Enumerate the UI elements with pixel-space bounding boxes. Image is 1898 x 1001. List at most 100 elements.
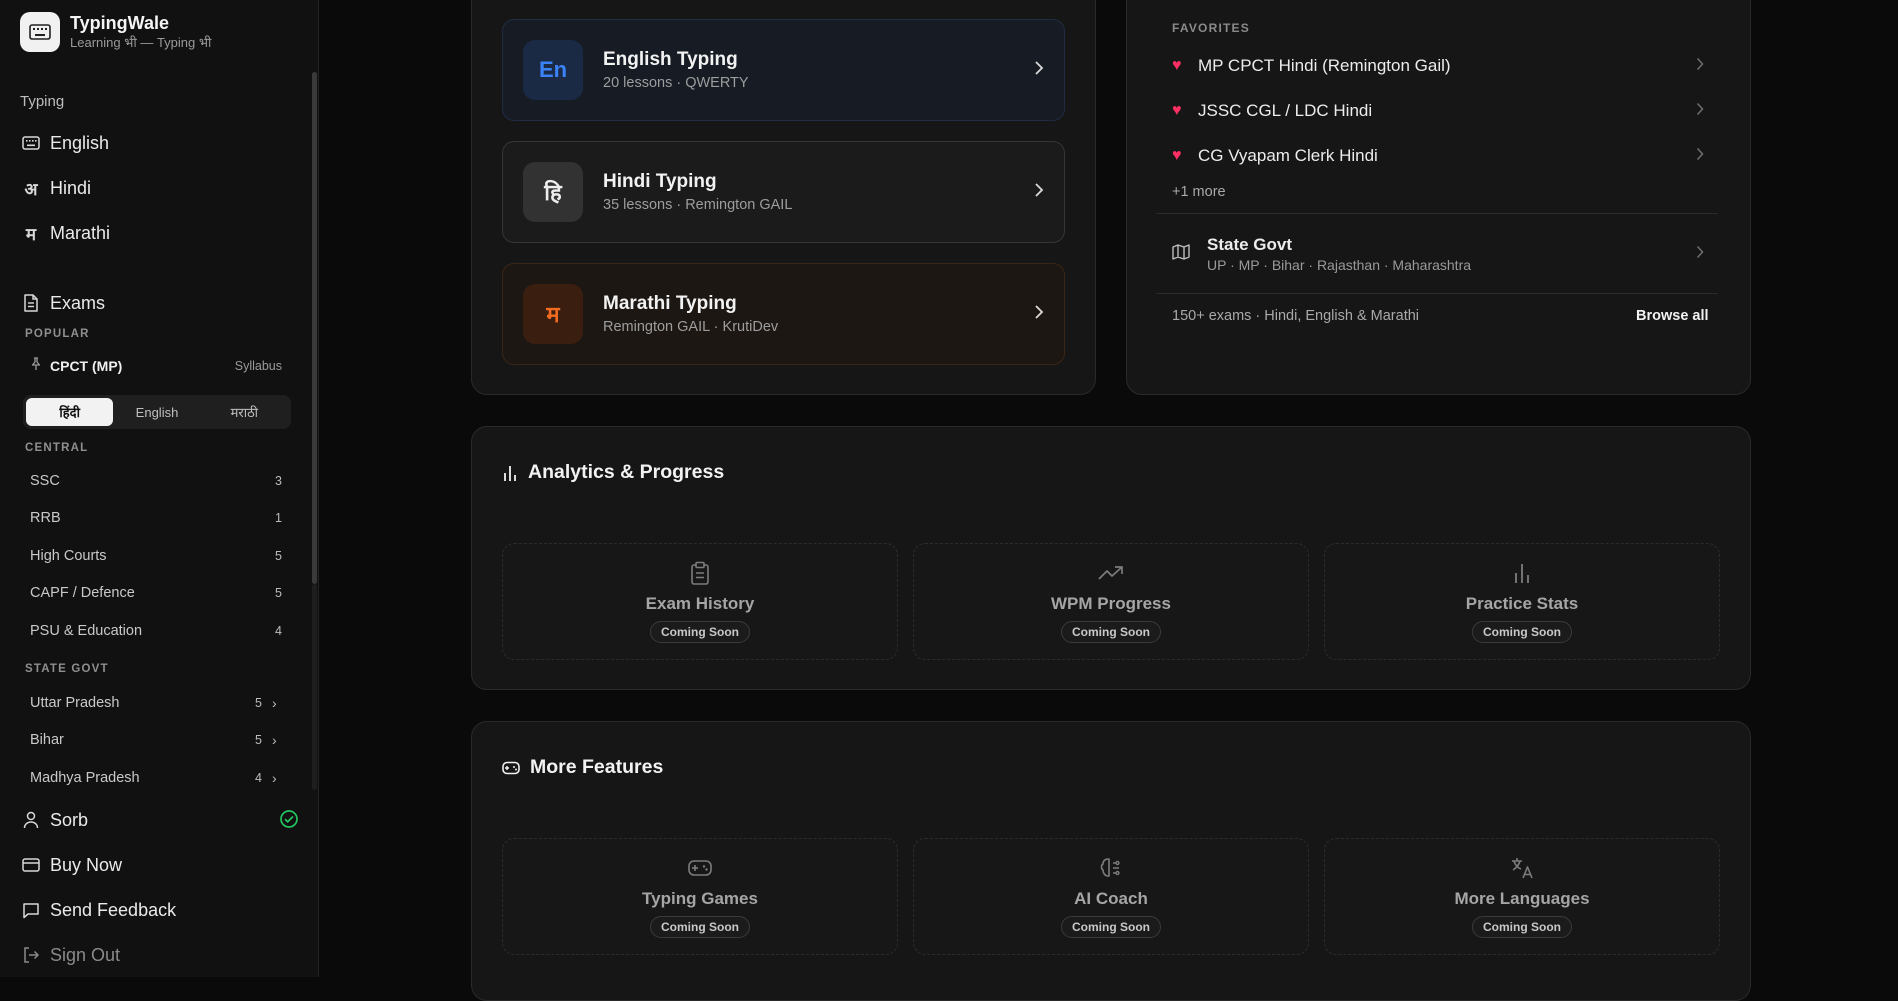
marathi-glyph-icon: म bbox=[25, 224, 37, 245]
brand[interactable]: TypingWale Learning भी — Typing भी bbox=[20, 12, 211, 52]
chevron-right-icon: › bbox=[272, 770, 277, 786]
sidebar-exam-rrb[interactable]: RRB 1 bbox=[30, 508, 282, 528]
verified-check-icon bbox=[279, 809, 299, 834]
section-title-text: Analytics & Progress bbox=[528, 461, 725, 483]
cpct-item[interactable]: CPCT (MP) Syllabus bbox=[30, 356, 282, 376]
sidebar-item-marathi[interactable]: म Marathi bbox=[20, 219, 110, 247]
segment-marathi[interactable]: मराठी bbox=[201, 398, 288, 426]
favorite-item[interactable]: ♥ CG Vyapam Clerk Hindi bbox=[1172, 144, 1704, 168]
keyboard-logo-icon bbox=[20, 12, 60, 52]
sidebar-exam-ssc[interactable]: SSC 3 bbox=[30, 471, 282, 491]
tile-title: WPM Progress bbox=[1051, 594, 1171, 613]
brain-icon bbox=[1099, 855, 1123, 881]
keyboard-icon bbox=[20, 132, 42, 154]
message-square-icon bbox=[20, 899, 42, 921]
sidebar-item-exams[interactable]: Exams bbox=[20, 289, 105, 317]
syllabus-link[interactable]: Syllabus bbox=[235, 359, 282, 373]
sidebar-item-english[interactable]: English bbox=[20, 129, 109, 157]
sidebar-exam-psu[interactable]: PSU & Education 4 bbox=[30, 621, 282, 641]
sidebar-state-mp[interactable]: Madhya Pradesh 4 › bbox=[30, 768, 282, 788]
divider bbox=[1156, 213, 1718, 214]
credit-card-icon bbox=[20, 854, 42, 876]
exam-count: 3 bbox=[275, 474, 282, 488]
favorite-title: MP CPCT Hindi (Remington Gail) bbox=[1198, 56, 1451, 75]
sidebar-item-label: English bbox=[50, 132, 110, 153]
favorite-title: JSSC CGL / LDC Hindi bbox=[1198, 101, 1373, 120]
lesson-title: Hindi Typing bbox=[603, 171, 717, 192]
state-label: Uttar Pradesh bbox=[30, 695, 120, 711]
segment-hindi[interactable]: हिंदी bbox=[26, 398, 114, 426]
heart-icon: ♥ bbox=[1172, 57, 1182, 74]
coming-soon-badge: Coming Soon bbox=[650, 621, 750, 643]
sidebar-exam-high-courts[interactable]: High Courts 5 bbox=[30, 546, 282, 566]
exam-label: High Courts bbox=[30, 548, 107, 564]
map-icon bbox=[1172, 243, 1192, 265]
gamepad-icon bbox=[688, 855, 712, 881]
state-govt-title: State Govt bbox=[1207, 235, 1293, 254]
analytics-title: Analytics & Progress bbox=[502, 461, 724, 484]
coming-soon-badge: Coming Soon bbox=[1472, 916, 1572, 938]
language-segmented-control: हिंदी English मराठी bbox=[23, 395, 291, 429]
exam-count: 1 bbox=[275, 511, 282, 525]
sidebar-item-hindi[interactable]: अ Hindi bbox=[20, 174, 92, 202]
chevron-right-icon bbox=[1034, 60, 1044, 81]
state-label: Bihar bbox=[30, 732, 64, 748]
lesson-english[interactable]: En English Typing 20 lessons · QWERTY bbox=[502, 19, 1065, 121]
trending-up-icon bbox=[1098, 560, 1124, 586]
exam-label: CAPF / Defence bbox=[30, 585, 135, 601]
favorite-title: CG Vyapam Clerk Hindi bbox=[1198, 146, 1378, 165]
favorite-item[interactable]: ♥ MP CPCT Hindi (Remington Gail) bbox=[1172, 54, 1704, 78]
favorite-item[interactable]: ♥ JSSC CGL / LDC Hindi bbox=[1172, 99, 1704, 123]
chevron-right-icon bbox=[1696, 57, 1704, 76]
segment-english[interactable]: English bbox=[113, 398, 200, 426]
bar-chart-icon bbox=[502, 464, 518, 482]
central-heading: CENTRAL bbox=[25, 442, 89, 454]
exam-count-note: 150+ exams · Hindi, English & Marathi bbox=[1172, 308, 1420, 324]
tile-title: Exam History bbox=[645, 594, 755, 613]
sidebar-item-label: Marathi bbox=[50, 222, 111, 243]
lesson-badge: En bbox=[523, 40, 583, 100]
divider bbox=[1156, 293, 1718, 294]
section-title-text: More Features bbox=[530, 756, 664, 778]
hindi-glyph-icon: अ bbox=[24, 179, 38, 200]
sidebar-item-label: Exams bbox=[50, 292, 106, 313]
browse-all-link[interactable]: Browse all bbox=[1636, 308, 1709, 324]
coming-soon-badge: Coming Soon bbox=[1061, 916, 1161, 938]
more-favorites-link[interactable]: +1 more bbox=[1172, 184, 1226, 200]
sidebar-item-label: Send Feedback bbox=[50, 899, 177, 920]
sidebar-exam-capf[interactable]: CAPF / Defence 5 bbox=[30, 583, 282, 603]
popular-heading: POPULAR bbox=[25, 328, 90, 340]
tile-exam-history: Exam History Coming Soon bbox=[502, 543, 898, 660]
state-label: Madhya Pradesh bbox=[30, 770, 140, 786]
log-out-icon bbox=[20, 944, 42, 966]
heart-icon: ♥ bbox=[1172, 102, 1182, 119]
sidebar-item-buy-now[interactable]: Buy Now bbox=[20, 851, 122, 879]
tile-title: AI Coach bbox=[1074, 889, 1148, 908]
sidebar-item-user[interactable]: Sorb bbox=[20, 806, 300, 834]
lesson-title: Marathi Typing bbox=[603, 293, 737, 314]
sidebar-state-bihar[interactable]: Bihar 5 › bbox=[30, 730, 282, 750]
sidebar-item-sign-out[interactable]: Sign Out bbox=[20, 941, 120, 969]
state-count: 5 bbox=[255, 696, 262, 710]
lesson-marathi[interactable]: म Marathi Typing Remington GAIL · KrutiDe… bbox=[502, 263, 1065, 365]
clipboard-icon bbox=[690, 560, 710, 586]
chevron-right-icon bbox=[1696, 245, 1704, 264]
exam-label: PSU & Education bbox=[30, 623, 143, 639]
lesson-subtitle: 35 lessons · Remington GAIL bbox=[603, 197, 793, 213]
sidebar-state-up[interactable]: Uttar Pradesh 5 › bbox=[30, 693, 282, 713]
tile-wpm-progress: WPM Progress Coming Soon bbox=[913, 543, 1309, 660]
lesson-hindi[interactable]: हि Hindi Typing 35 lessons · Remington GA… bbox=[502, 141, 1065, 243]
sidebar-item-feedback[interactable]: Send Feedback bbox=[20, 896, 176, 924]
sidebar-scroll-track bbox=[312, 584, 317, 790]
gamepad-icon bbox=[502, 761, 520, 775]
exam-label: RRB bbox=[30, 510, 61, 526]
sidebar-item-label: Hindi bbox=[50, 177, 92, 198]
brand-tagline: Learning भी — Typing भी bbox=[70, 35, 212, 50]
exam-label: SSC bbox=[30, 473, 60, 489]
exam-count: 4 bbox=[275, 624, 282, 638]
tile-title: Typing Games bbox=[642, 889, 758, 908]
sidebar-scrollbar[interactable] bbox=[312, 72, 317, 584]
exam-count: 5 bbox=[275, 549, 282, 563]
coming-soon-badge: Coming Soon bbox=[650, 916, 750, 938]
state-govt-item[interactable]: State Govt UP · MP · Bihar · Rajasthan · … bbox=[1172, 232, 1704, 276]
